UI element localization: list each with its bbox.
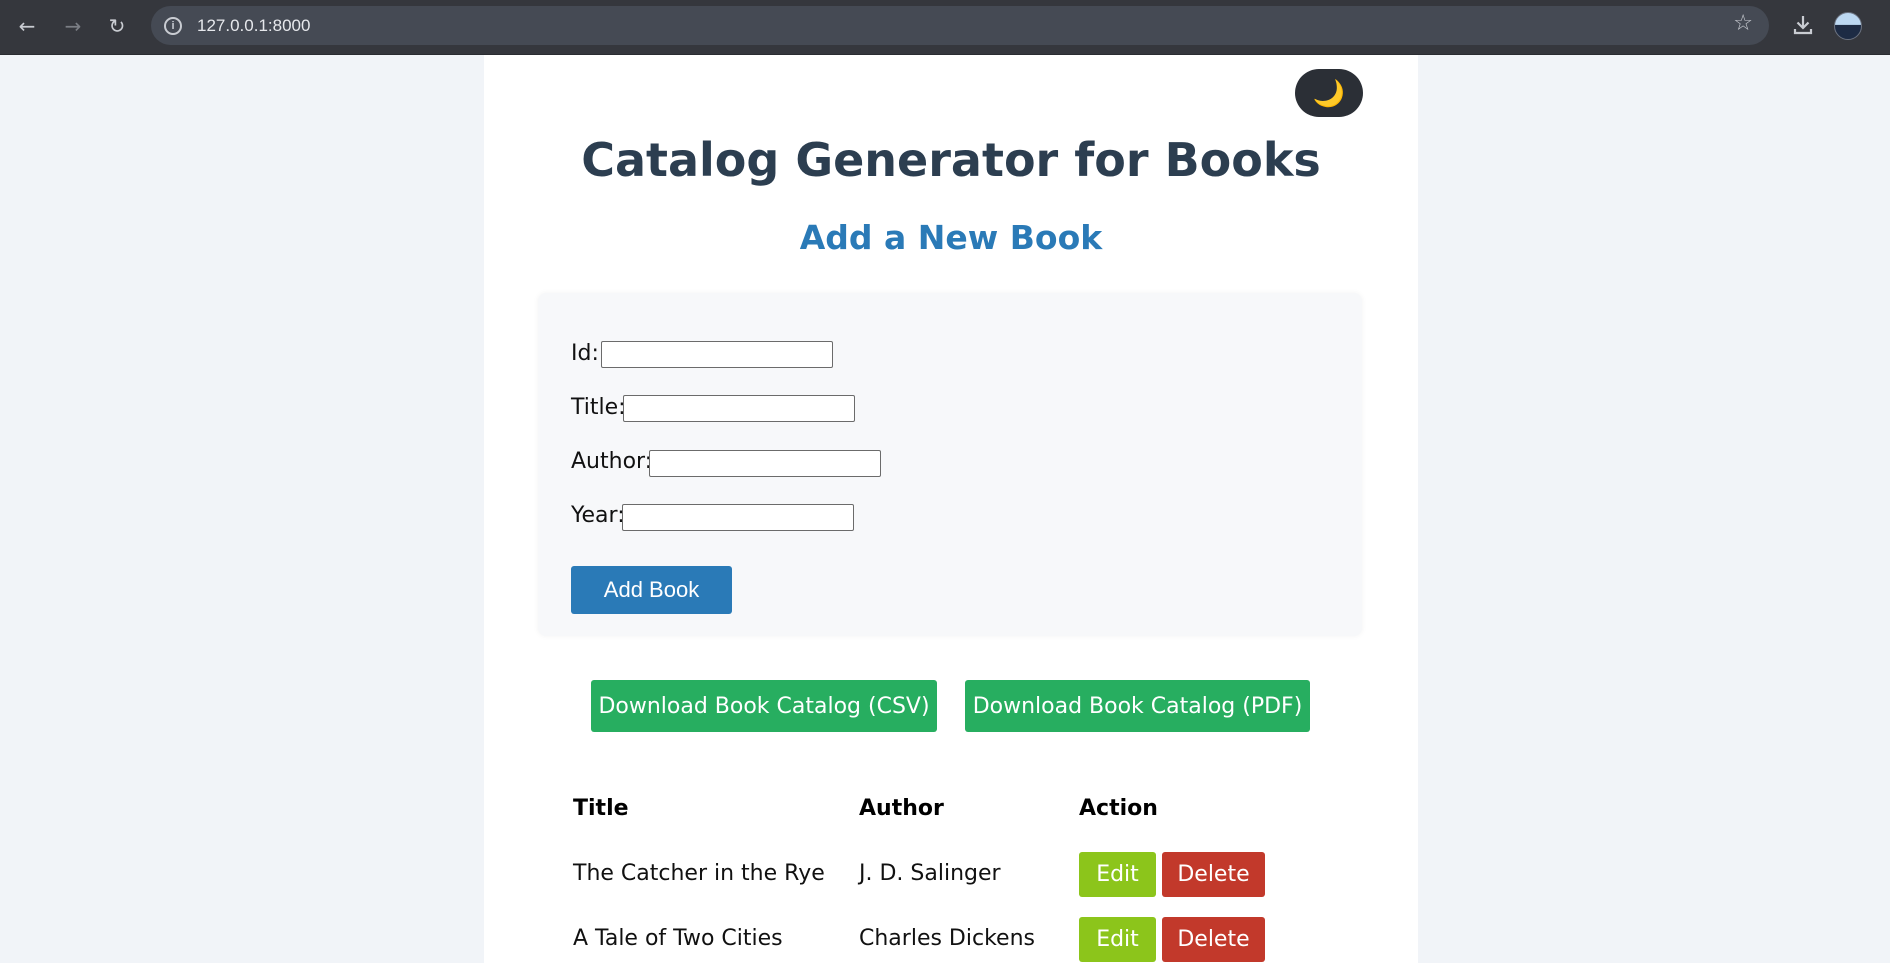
title-input[interactable] — [623, 395, 855, 422]
arrow-right-icon: → — [64, 14, 82, 38]
site-info-icon[interactable]: i — [164, 17, 182, 35]
row-author: Charles Dickens — [859, 926, 1035, 951]
url-text[interactable]: 127.0.0.1:8000 — [197, 16, 310, 36]
row-title: The Catcher in the Rye — [573, 861, 825, 886]
author-label: Author: — [571, 449, 653, 474]
table-header-title: Title — [573, 796, 629, 821]
add-book-button[interactable]: Add Book — [571, 566, 732, 614]
forward-button[interactable]: → — [59, 12, 87, 40]
table-header-author: Author — [859, 796, 944, 821]
download-icon[interactable] — [1789, 11, 1817, 39]
theme-toggle-button[interactable]: 🌙 — [1295, 69, 1363, 117]
id-label: Id: — [571, 341, 599, 366]
title-label: Title: — [571, 395, 626, 420]
table-header-action: Action — [1079, 796, 1158, 821]
row-author: J. D. Salinger — [859, 861, 1001, 886]
reload-icon: ↻ — [108, 14, 126, 38]
author-input[interactable] — [649, 450, 881, 477]
delete-button[interactable]: Delete — [1162, 852, 1265, 897]
section-title: Add a New Book — [799, 218, 1103, 257]
address-bar[interactable]: i 127.0.0.1:8000 ☆ — [151, 6, 1769, 45]
year-label: Year: — [571, 503, 625, 528]
browser-toolbar: ← → ↻ i 127.0.0.1:8000 ☆ — [0, 0, 1890, 55]
row-title: A Tale of Two Cities — [573, 926, 783, 951]
download-pdf-button[interactable]: Download Book Catalog (PDF) — [965, 680, 1310, 732]
back-button[interactable]: ← — [13, 12, 41, 40]
year-input[interactable] — [622, 504, 854, 531]
reload-button[interactable]: ↻ — [103, 12, 131, 40]
id-input[interactable] — [601, 341, 833, 368]
profile-avatar[interactable] — [1834, 12, 1862, 40]
edit-button[interactable]: Edit — [1079, 852, 1156, 897]
arrow-left-icon: ← — [18, 14, 36, 38]
moon-icon: 🌙 — [1312, 79, 1346, 109]
star-icon[interactable]: ☆ — [1733, 11, 1753, 36]
edit-button[interactable]: Edit — [1079, 917, 1156, 962]
delete-button[interactable]: Delete — [1162, 917, 1265, 962]
page-title: Catalog Generator for Books — [581, 133, 1321, 187]
download-csv-button[interactable]: Download Book Catalog (CSV) — [591, 680, 937, 732]
